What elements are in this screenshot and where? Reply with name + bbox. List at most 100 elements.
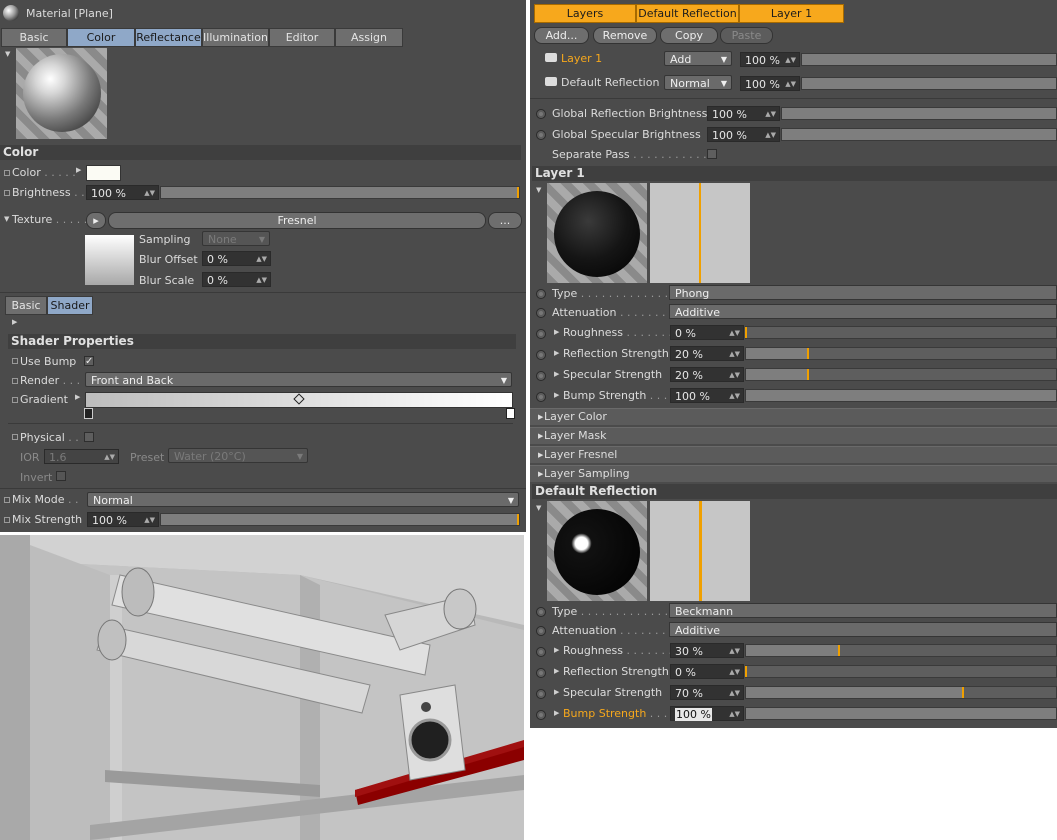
ior-input[interactable]: 1.6 ▲▼	[44, 449, 119, 464]
default-reflection-attenuation-dropdown[interactable]: Additive	[669, 622, 1057, 637]
layer-1-roughness-arrow[interactable]: ▶	[554, 328, 559, 336]
layer-1-specular-strength-input[interactable]: 20 % ▲▼	[670, 367, 744, 382]
mix-mode-dropdown[interactable]: Normal ▼	[87, 492, 519, 507]
tab-reflectance[interactable]: Reflectance	[135, 28, 202, 47]
tab-illumination[interactable]: Illumination	[202, 28, 269, 47]
invert-checkbox[interactable]	[56, 471, 66, 481]
dr-roughness-arrow[interactable]: ▶	[554, 646, 559, 654]
layer-1-visibility-icon[interactable]	[545, 53, 557, 62]
physical-marker[interactable]	[12, 434, 18, 440]
dr-specular-strength-input[interactable]: 70 % ▲▼	[670, 685, 744, 700]
global-specular-radio[interactable]	[536, 130, 546, 140]
gradient-knot-right[interactable]	[506, 408, 515, 419]
physical-checkbox[interactable]	[84, 432, 94, 442]
gradient-expand-arrow[interactable]: ▶	[75, 393, 80, 401]
group-layer-mask[interactable]: ▶ Layer Mask	[530, 427, 1057, 444]
layer-1-bump-strength-input[interactable]: 100 % ▲▼	[670, 388, 744, 403]
layer-1-amount-input[interactable]: 100 % ▲▼	[740, 52, 800, 67]
paste-layer-button[interactable]: Paste	[720, 27, 773, 44]
mix-strength-marker[interactable]	[4, 517, 10, 523]
default-reflection-visibility-icon[interactable]	[545, 77, 557, 86]
dr-roughness-slider[interactable]	[745, 644, 1057, 657]
layer-1-reflection-strength-input[interactable]: 20 % ▲▼	[670, 346, 744, 361]
layer-1-amount-slider[interactable]	[801, 53, 1057, 66]
layer-1-reflection-strength-slider[interactable]	[745, 347, 1057, 360]
blur-offset-input[interactable]: 0 % ▲▼	[202, 251, 271, 266]
layer-1-specular-strength-slider[interactable]	[745, 368, 1057, 381]
global-reflection-input[interactable]: 100 % ▲▼	[707, 106, 780, 121]
layer-1-preview-collapse[interactable]: ▼	[536, 186, 541, 194]
dr-reflection-strength-slider[interactable]	[745, 665, 1057, 678]
viewport-render[interactable]	[0, 535, 524, 840]
dr-bump-strength-arrow[interactable]: ▶	[554, 709, 559, 717]
texture-collapse-arrow[interactable]: ▼	[4, 215, 9, 223]
texture-play-button[interactable]: ▸	[86, 212, 106, 229]
layer-1-roughness-input[interactable]: 0 % ▲▼	[670, 325, 744, 340]
preset-dropdown[interactable]: Water (20°C) ▼	[168, 448, 308, 463]
add-layer-button[interactable]: Add...	[534, 27, 589, 44]
sampling-dropdown[interactable]: None ▼	[202, 231, 270, 246]
copy-layer-button[interactable]: Copy	[660, 27, 718, 44]
render-dropdown[interactable]: Front and Back ▼	[85, 372, 512, 387]
shader-tab-basic[interactable]: Basic	[5, 296, 47, 315]
layer-1-roughness-slider[interactable]	[745, 326, 1057, 339]
dr-reflection-strength-arrow[interactable]: ▶	[554, 667, 559, 675]
global-reflection-slider[interactable]	[781, 107, 1057, 120]
default-reflection-amount-input[interactable]: 100 % ▲▼	[740, 76, 800, 91]
default-reflection-type-radio[interactable]	[536, 607, 546, 617]
color-keyframe-marker[interactable]	[4, 170, 10, 176]
layer-1-specular-strength-radio[interactable]	[536, 371, 546, 381]
dr-specular-strength-radio[interactable]	[536, 689, 546, 699]
layer-1-reflection-strength-radio[interactable]	[536, 350, 546, 360]
default-reflection-layer-name[interactable]: Default Reflection	[561, 76, 659, 89]
render-marker[interactable]	[12, 378, 18, 384]
group-layer-fresnel[interactable]: ▶ Layer Fresnel	[530, 446, 1057, 463]
layer-1-attenuation-dropdown[interactable]: Additive	[669, 304, 1057, 319]
layer-1-attenuation-radio[interactable]	[536, 308, 546, 318]
global-reflection-radio[interactable]	[536, 109, 546, 119]
default-reflection-attenuation-radio[interactable]	[536, 626, 546, 636]
layer-1-roughness-radio[interactable]	[536, 329, 546, 339]
texture-more-button[interactable]: ...	[488, 212, 522, 229]
separate-pass-checkbox[interactable]	[707, 149, 717, 159]
tab-editor[interactable]: Editor	[269, 28, 335, 47]
tab-layers[interactable]: Layers	[534, 4, 636, 23]
brightness-input[interactable]: 100 % ▲▼	[86, 185, 159, 200]
blur-scale-input[interactable]: 0 % ▲▼	[202, 272, 271, 287]
global-specular-slider[interactable]	[781, 128, 1057, 141]
tab-assign[interactable]: Assign	[335, 28, 403, 47]
brightness-slider[interactable]	[160, 186, 520, 199]
mix-strength-slider[interactable]	[160, 513, 520, 526]
shader-collapse-arrow[interactable]: ▶	[12, 318, 17, 326]
dr-specular-strength-slider[interactable]	[745, 686, 1057, 699]
layer-1-reflection-strength-arrow[interactable]: ▶	[554, 349, 559, 357]
group-layer-color[interactable]: ▶ Layer Color	[530, 408, 1057, 425]
gradient-knot-left[interactable]	[84, 408, 93, 419]
default-reflection-amount-slider[interactable]	[801, 77, 1057, 90]
tab-basic[interactable]: Basic	[1, 28, 67, 47]
brightness-keyframe-marker[interactable]	[4, 190, 10, 196]
color-expand-arrow[interactable]: ▶	[76, 166, 81, 174]
dr-reflection-strength-input[interactable]: 0 % ▲▼	[670, 664, 744, 679]
dr-bump-strength-slider[interactable]	[745, 707, 1057, 720]
layer-1-bump-strength-arrow[interactable]: ▶	[554, 391, 559, 399]
layer-1-bump-strength-radio[interactable]	[536, 392, 546, 402]
texture-shader-button[interactable]: Fresnel	[108, 212, 486, 229]
tab-color[interactable]: Color	[67, 28, 135, 47]
dr-specular-strength-arrow[interactable]: ▶	[554, 688, 559, 696]
remove-layer-button[interactable]: Remove	[593, 27, 657, 44]
shader-tab-shader[interactable]: Shader	[47, 296, 93, 315]
use-bump-marker[interactable]	[12, 358, 18, 364]
mix-mode-marker[interactable]	[4, 497, 10, 503]
dr-roughness-radio[interactable]	[536, 647, 546, 657]
group-layer-sampling[interactable]: ▶ Layer Sampling	[530, 465, 1057, 482]
dr-bump-strength-radio[interactable]	[536, 710, 546, 720]
global-specular-input[interactable]: 100 % ▲▼	[707, 127, 780, 142]
layer-1-bump-strength-slider[interactable]	[745, 389, 1057, 402]
use-bump-checkbox[interactable]: ✓	[84, 356, 94, 367]
default-reflection-preview-collapse[interactable]: ▼	[536, 504, 541, 512]
tab-default-reflection[interactable]: Default Reflection	[636, 4, 739, 23]
mix-strength-input[interactable]: 100 % ▲▼	[87, 512, 159, 527]
layer-1-blend-dropdown[interactable]: Add ▼	[664, 51, 732, 66]
color-swatch[interactable]	[86, 165, 121, 181]
